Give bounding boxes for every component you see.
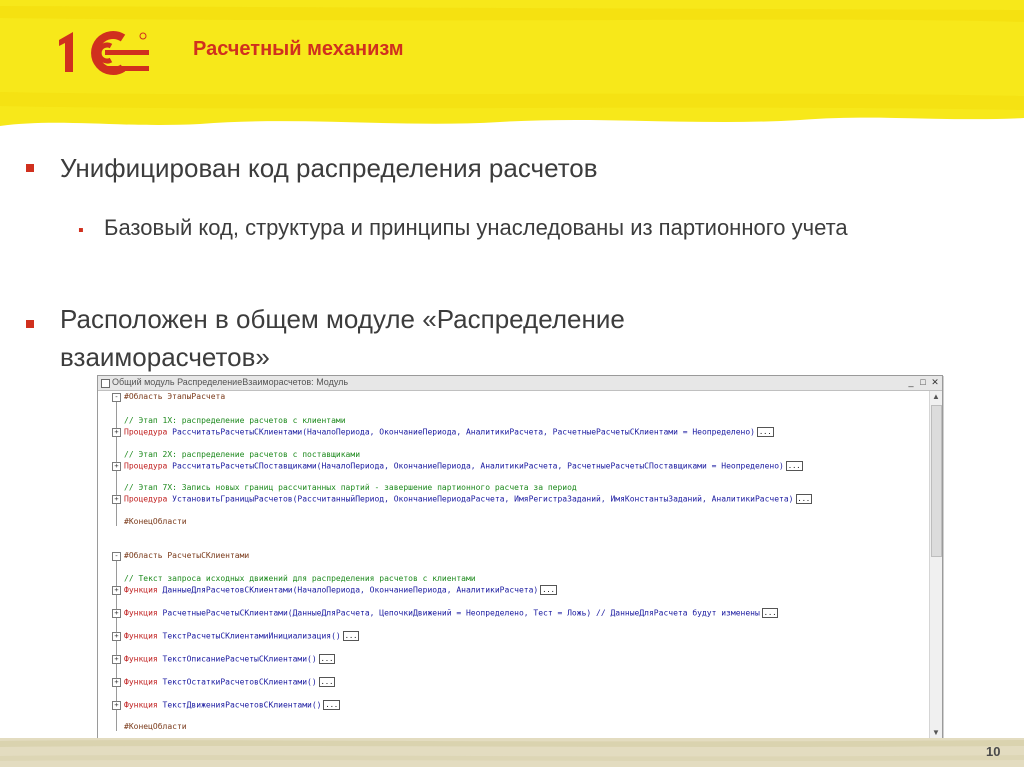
collapsed-block-button[interactable]: ... <box>342 631 360 641</box>
fold-toggle[interactable]: + <box>112 678 121 687</box>
scroll-thumb[interactable] <box>931 405 942 557</box>
code-line[interactable]: Функция ТекстОписаниеРасчетыСКлиентами()… <box>124 654 336 664</box>
code-keyword: Функция <box>124 677 158 687</box>
collapsed-block-button[interactable]: ... <box>318 677 336 687</box>
code-line[interactable]: Функция ДанныеДляРасчетовСКлиентами(Нача… <box>124 585 557 595</box>
code-signature: РассчитатьРасчетыСКлиентами(НачалоПериод… <box>167 427 755 437</box>
collapsed-block-button[interactable]: ... <box>540 585 557 595</box>
collapsed-block-button[interactable]: ... <box>761 608 779 618</box>
code-keyword: Процедура <box>124 494 168 504</box>
code-editor-window[interactable]: Общий модуль РаспределениеВзаиморасчетов… <box>97 375 943 740</box>
code-signature: ТекстРасчетыСКлиентамиИнициализация() <box>157 631 341 641</box>
fold-toggle[interactable]: + <box>112 632 121 641</box>
fold-toggle[interactable]: - <box>112 552 121 561</box>
vertical-scrollbar[interactable]: ▲ ▼ <box>929 391 942 739</box>
code-keyword: Процедура <box>124 461 168 471</box>
minimize-icon[interactable]: _ <box>906 378 916 387</box>
code-keyword: Функция <box>124 585 158 595</box>
footer-band <box>0 738 1024 767</box>
code-comment: // Текст запроса исходных движений для р… <box>124 574 476 583</box>
code-comment: // Этап 1X: распределение расчетов с кли… <box>124 416 346 425</box>
code-line[interactable]: #КонецОбласти <box>124 517 187 526</box>
window-titlebar[interactable]: Общий модуль РаспределениеВзаиморасчетов… <box>98 376 942 391</box>
slide-title: Расчетный механизм <box>193 38 404 60</box>
maximize-icon[interactable]: □ <box>918 378 928 387</box>
collapsed-block-button[interactable]: ... <box>318 654 336 664</box>
code-line[interactable]: // Этап 2X: распределение расчетов с пос… <box>124 450 360 459</box>
code-line[interactable]: Функция РасчетныеРасчетыСКлиентами(Данны… <box>124 608 779 618</box>
code-line[interactable]: #Область ЭтапыРасчета <box>124 392 225 401</box>
fold-toggle[interactable]: + <box>112 655 121 664</box>
code-signature: РасчетныеРасчетыСКлиентами(ДанныеДляРасч… <box>157 608 760 618</box>
sub-bullet-inherited: Базовый код, структура и принципы унасле… <box>104 215 848 240</box>
region-directive: #КонецОбласти <box>124 517 187 526</box>
collapsed-block-button[interactable]: ... <box>323 700 341 710</box>
code-comment: // Этап 7X: Запись новых границ рассчита… <box>124 483 577 492</box>
region-directive: #Область РасчетыСКлиентами <box>124 551 250 560</box>
code-keyword: Процедура <box>124 427 168 437</box>
bullet-marker <box>26 164 34 172</box>
fold-toggle[interactable]: + <box>112 609 121 618</box>
fold-toggle[interactable]: + <box>112 586 121 595</box>
code-line[interactable]: Функция ТекстРасчетыСКлиентамиИнициализа… <box>124 631 360 641</box>
window-title: Общий модуль РаспределениеВзаиморасчетов… <box>112 377 349 387</box>
fold-toggle[interactable]: + <box>112 701 121 710</box>
fold-toggle[interactable]: - <box>112 393 121 402</box>
code-signature: УстановитьГраницыРасчетов(РассчитанныйПе… <box>167 494 794 504</box>
bullet-unified-code: Унифицирован код распределения расчетов <box>60 153 598 183</box>
module-icon <box>101 379 110 388</box>
code-line[interactable]: #КонецОбласти <box>124 722 187 731</box>
code-line[interactable]: #Область РасчетыСКлиентами <box>124 551 249 560</box>
code-keyword: Функция <box>124 654 158 664</box>
code-line[interactable]: // Этап 7X: Запись новых границ рассчита… <box>124 483 577 492</box>
sub-bullet-marker: ▪ <box>78 222 84 239</box>
fold-toggle[interactable]: + <box>112 495 121 504</box>
fold-toggle[interactable]: + <box>112 462 121 471</box>
code-line[interactable]: Процедура РассчитатьРасчетыСПоставщиками… <box>124 461 803 471</box>
region-directive: #КонецОбласти <box>124 722 187 731</box>
1c-logo <box>59 31 149 75</box>
close-icon[interactable]: ✕ <box>930 378 940 387</box>
code-signature: РассчитатьРасчетыСПоставщиками(НачалоПер… <box>167 461 784 471</box>
fold-toggle[interactable]: + <box>112 428 121 437</box>
scroll-down-icon[interactable]: ▼ <box>932 728 940 737</box>
bullet-marker <box>26 320 34 328</box>
scroll-up-icon[interactable]: ▲ <box>932 392 940 401</box>
code-signature: ТекстОписаниеРасчетыСКлиентами() <box>157 654 317 664</box>
page-number: 10 <box>986 744 1001 759</box>
code-keyword: Функция <box>124 608 158 618</box>
collapsed-block-button[interactable]: ... <box>756 427 774 437</box>
collapsed-block-button[interactable]: ... <box>785 461 803 471</box>
code-keyword: Функция <box>124 631 158 641</box>
code-line[interactable]: // Текст запроса исходных движений для р… <box>124 574 476 583</box>
code-signature: ДанныеДляРасчетовСКлиентами(НачалоПериод… <box>157 585 539 595</box>
code-line[interactable]: Функция ТекстДвиженияРасчетовСКлиентами(… <box>124 700 341 710</box>
code-line[interactable]: Функция ТекстОстаткиРасчетовСКлиентами()… <box>124 677 336 687</box>
code-signature: ТекстОстаткиРасчетовСКлиентами() <box>157 677 317 687</box>
code-keyword: Функция <box>124 700 158 710</box>
code-signature: ТекстДвиженияРасчетовСКлиентами() <box>157 700 322 710</box>
bullet-module-location: Расположен в общем модуле «Распределение… <box>60 304 625 372</box>
code-line[interactable]: Процедура РассчитатьРасчетыСКлиентами(На… <box>124 427 774 437</box>
collapsed-block-button[interactable]: ... <box>795 494 813 504</box>
code-line[interactable]: // Этап 1X: распределение расчетов с кли… <box>124 416 346 425</box>
code-comment: // Этап 2X: распределение расчетов с пос… <box>124 450 361 459</box>
code-line[interactable]: Процедура УстановитьГраницыРасчетов(Расс… <box>124 494 813 504</box>
region-directive: #Область ЭтапыРасчета <box>124 392 226 401</box>
